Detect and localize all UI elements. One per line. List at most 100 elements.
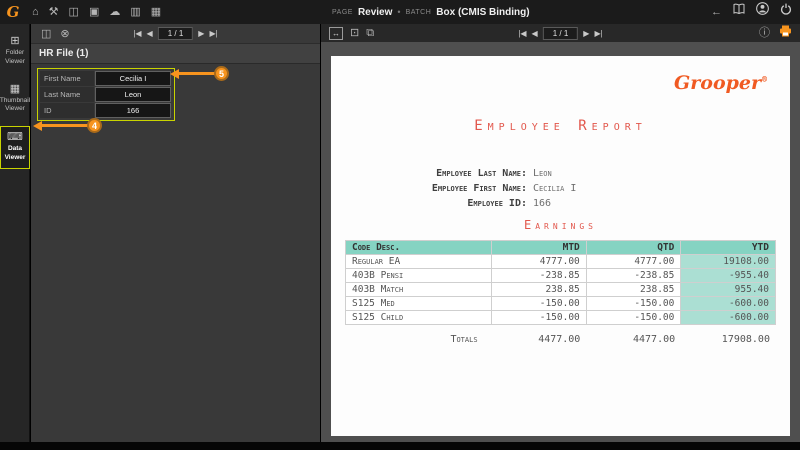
callout-5-number: 5	[214, 66, 229, 81]
document-page[interactable]: Grooper® Employee Report Employee Last N…	[331, 56, 790, 436]
table-header: YTD	[680, 240, 776, 255]
sidebar-item-folder-viewer[interactable]: ⊞ Folder Viewer	[0, 31, 30, 72]
table-cell: -238.85	[491, 268, 587, 283]
table-cell: -238.85	[585, 268, 682, 283]
first-name-input[interactable]: Cecilia I	[95, 71, 171, 86]
page-first-button[interactable]: |◀	[518, 29, 526, 38]
grooper-logo[interactable]: G	[0, 3, 26, 21]
tools-icon[interactable]: ⚒	[49, 1, 59, 23]
power-icon[interactable]	[780, 0, 792, 24]
registered-mark: ®	[761, 74, 768, 84]
print-icon[interactable]	[779, 24, 792, 42]
folder-viewer-icon: ⊞	[10, 35, 20, 47]
callout-5-arrowhead	[170, 68, 179, 79]
field-row-last-name: Last Name Leon	[40, 87, 172, 102]
table-cell: -150.00	[585, 296, 682, 311]
sidebar-item-data-viewer[interactable]: ⌨ Data Viewer	[0, 126, 30, 169]
doc-field-first-name: Employee First Name: Cecilia I	[331, 181, 790, 196]
earnings-table: Code Desc. MTD QTD YTD Regular EA 4777.0…	[344, 240, 776, 325]
nav-first-button[interactable]: |◀	[133, 29, 141, 38]
totals-qtd: 4477.00	[633, 334, 676, 345]
viewer-sidebar: ⊞ Folder Viewer ▦ Thumbnail Viewer ⌨ Dat…	[0, 24, 30, 442]
callout-4-number: 4	[87, 118, 102, 133]
data-viewer-icon: ⌨	[7, 131, 23, 144]
save-record-icon[interactable]: ◫	[41, 23, 51, 45]
close-record-icon[interactable]: ⊗	[60, 23, 69, 45]
sidebar-item-thumbnail-viewer[interactable]: ▦ Thumbnail Viewer	[0, 79, 30, 120]
doc-last-name-label: Employee Last Name:	[436, 168, 527, 179]
id-input[interactable]: 166	[95, 103, 171, 118]
table-cell: 238.85	[491, 282, 587, 297]
doc-first-name-label: Employee First Name:	[431, 183, 527, 194]
brand-text: Grooper	[674, 72, 761, 94]
table-header: QTD	[585, 240, 682, 255]
viewer-toolbar: ↔ ⊡ ⧉ |◀ ◀ 1 / 1 ▶ ▶| ⓘ	[321, 24, 800, 42]
last-name-label: Last Name	[40, 87, 94, 102]
record-counter: 1 / 1	[157, 27, 194, 40]
breadcrumb-dot: •	[397, 7, 401, 17]
data-viewer-label: Data Viewer	[4, 145, 26, 161]
batches-book-icon[interactable]	[733, 0, 745, 24]
doc-field-last-name: Employee Last Name: Leon	[331, 166, 790, 181]
page-label: PAGE	[332, 8, 353, 16]
id-label: ID	[40, 103, 94, 118]
page-step-value: Review	[357, 6, 393, 18]
table-row: Regular EA 4777.00 4777.00 19108.00	[344, 254, 776, 269]
earnings-heading: Earnings	[524, 218, 597, 232]
briefcase-icon[interactable]: ▣	[89, 1, 99, 23]
table-cell-highlighted: -600.00	[680, 296, 776, 311]
page-navigation: |◀ ◀ 1 / 1 ▶ ▶|	[518, 26, 603, 40]
table-header-row: Code Desc. MTD QTD YTD	[344, 240, 776, 255]
viewer-right-icons: ⓘ	[759, 22, 792, 44]
bar-chart-icon[interactable]: ▥	[130, 1, 140, 23]
breadcrumb: PAGE Review • BATCH Box (CMIS Binding)	[332, 0, 530, 24]
batch-name-value: Box (CMIS Binding)	[436, 6, 530, 18]
document-title: Employee Report	[474, 118, 647, 134]
nav-last-button[interactable]: ▶|	[209, 29, 217, 38]
last-name-input[interactable]: Leon	[95, 87, 171, 102]
table-header: Code Desc.	[344, 240, 493, 255]
folder-viewer-label: Folder Viewer	[5, 49, 25, 65]
totals-label: Totals	[450, 334, 478, 345]
fit-width-icon[interactable]: ↔	[329, 26, 343, 40]
home-icon[interactable]: ⌂	[32, 1, 39, 23]
table-row: 403B Match 238.85 238.85 955.40	[344, 282, 776, 297]
save-icon[interactable]: ◫	[69, 1, 79, 23]
table-cell-highlighted: 955.40	[680, 282, 776, 297]
cloud-upload-icon[interactable]: ☁	[109, 1, 120, 23]
table-cell-highlighted: -600.00	[680, 310, 776, 325]
field-row-id: ID 166	[40, 103, 172, 118]
page-last-button[interactable]: ▶|	[594, 29, 602, 38]
table-cell: -150.00	[491, 296, 587, 311]
field-row-first-name: First Name Cecilia I	[40, 71, 172, 86]
table-cell: 403B Pensi	[344, 268, 493, 283]
page-next-button[interactable]: ▶	[583, 29, 589, 38]
stats-chart-icon[interactable]: ▦	[151, 1, 161, 23]
info-icon[interactable]: ⓘ	[759, 22, 770, 44]
batch-label: BATCH	[405, 8, 432, 16]
document-brand-logo: Grooper®	[674, 72, 768, 94]
table-row: S125 Med -150.00 -150.00 -600.00	[344, 296, 776, 311]
nav-prev-button[interactable]: ◀	[147, 29, 153, 38]
table-row: 403B Pensi -238.85 -238.85 -955.40	[344, 268, 776, 283]
multipage-view-icon[interactable]: ⧉	[366, 22, 374, 44]
first-name-label: First Name	[40, 71, 94, 86]
table-cell: -150.00	[491, 310, 587, 325]
callout-5-arrow: 5	[170, 66, 229, 81]
topbar-right-icons: ←	[711, 0, 792, 24]
bottom-strip	[0, 442, 800, 450]
table-cell: Regular EA	[344, 254, 493, 269]
document-type-header[interactable]: HR File (1)	[31, 44, 320, 64]
doc-first-name-value: Cecilia I	[533, 183, 577, 194]
document-viewer: ↔ ⊡ ⧉ |◀ ◀ 1 / 1 ▶ ▶| ⓘ Grooper® Employe…	[321, 24, 800, 442]
nav-next-button[interactable]: ▶	[198, 29, 204, 38]
data-viewer-panel: ◫ ⊗ |◀ ◀ 1 / 1 ▶ ▶| HR File (1) First Na…	[31, 24, 320, 442]
totals-ytd: 17908.00	[721, 334, 770, 345]
back-arrow-icon[interactable]: ←	[711, 0, 722, 24]
callout-5-shaft	[179, 72, 215, 75]
table-cell: S125 Med	[344, 296, 493, 311]
page-view-icon[interactable]: ⊡	[350, 22, 359, 44]
user-icon[interactable]	[756, 0, 769, 24]
table-row: S125 Child -150.00 -150.00 -600.00	[344, 310, 776, 325]
page-prev-button[interactable]: ◀	[532, 29, 538, 38]
